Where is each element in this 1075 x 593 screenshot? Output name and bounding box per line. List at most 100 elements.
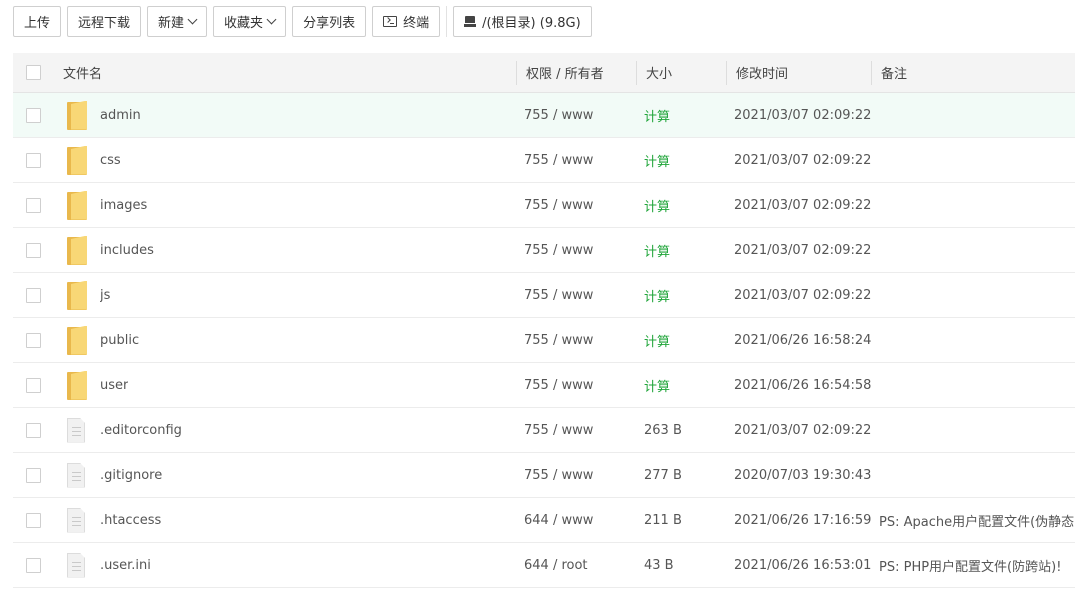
path-button[interactable]: /(根目录) (9.8G)	[453, 6, 592, 37]
table-row[interactable]: .user.ini 644 / root 43 B 2021/06/26 16:53:…	[13, 543, 1075, 588]
file-name-link[interactable]: .htaccess	[100, 498, 161, 542]
folder-icon	[67, 235, 87, 265]
table-row[interactable]: css 755 / www 计算 2021/03/07 02:09:22	[13, 138, 1075, 183]
row-checkbox-cell	[26, 408, 41, 452]
header-mtime[interactable]: 修改时间	[736, 53, 788, 92]
table-row[interactable]: images 755 / www 计算 2021/03/07 02:09:22	[13, 183, 1075, 228]
row-checkbox-cell	[26, 138, 41, 182]
row-checkbox[interactable]	[26, 287, 41, 303]
file-size: 277 B	[644, 467, 682, 483]
header-size[interactable]: 大小	[646, 53, 672, 92]
calc-size-link[interactable]: 计算	[644, 318, 670, 362]
folder-name-link[interactable]: includes	[100, 228, 154, 272]
favorites-dropdown-button[interactable]: 收藏夹	[213, 6, 287, 37]
row-checkbox[interactable]	[26, 467, 41, 483]
column-divider	[516, 61, 517, 85]
note-text[interactable]: PS: PHP用户配置文件(防跨站)!	[879, 543, 1061, 587]
folder-name-link[interactable]: css	[100, 138, 121, 182]
table-row[interactable]: .gitignore 755 / www 277 B 2020/07/03 19:30…	[13, 453, 1075, 498]
row-checkbox-cell	[26, 93, 41, 137]
modified-time: 2021/06/26 17:16:59	[734, 512, 872, 528]
row-checkbox[interactable]	[26, 422, 41, 438]
folder-icon	[67, 280, 87, 310]
folder-name-link[interactable]: user	[100, 363, 128, 407]
folder-name-link[interactable]: images	[100, 183, 147, 227]
row-checkbox[interactable]	[26, 512, 41, 528]
row-checkbox[interactable]	[26, 107, 41, 123]
row-checkbox-cell	[26, 543, 41, 587]
folder-name-link[interactable]: public	[100, 318, 139, 362]
calc-size-link[interactable]: 计算	[644, 183, 670, 227]
permission-link[interactable]: 644 / www	[524, 498, 593, 542]
table-row[interactable]: admin 755 / www 计算 2021/03/07 02:09:22	[13, 93, 1075, 138]
table-row[interactable]: user 755 / www 计算 2021/06/26 16:54:58	[13, 363, 1075, 408]
file-name-link[interactable]: .user.ini	[100, 543, 151, 587]
file-size: 43 B	[644, 557, 674, 573]
permission-link[interactable]: 755 / www	[524, 453, 593, 497]
row-checkbox[interactable]	[26, 242, 41, 258]
folder-name-link[interactable]: js	[100, 273, 110, 317]
row-icon-cell	[67, 183, 87, 227]
permission-link[interactable]: 755 / www	[524, 318, 593, 362]
file-name-link[interactable]: .gitignore	[100, 453, 162, 497]
row-icon-cell	[67, 318, 87, 362]
permission-link[interactable]: 644 / root	[524, 543, 588, 587]
new-dropdown-button[interactable]: 新建	[147, 6, 208, 37]
disk-icon	[464, 16, 477, 27]
folder-name-link[interactable]: admin	[100, 93, 141, 137]
table-row[interactable]: .editorconfig 755 / www 263 B 2021/03/07 02…	[13, 408, 1075, 453]
calc-size-link[interactable]: 计算	[644, 363, 670, 407]
share-list-label: 分享列表	[303, 16, 356, 31]
column-divider	[726, 61, 727, 85]
row-checkbox[interactable]	[26, 197, 41, 213]
select-all-cell	[26, 53, 41, 92]
calc-size-link[interactable]: 计算	[644, 228, 670, 272]
table-row[interactable]: public 755 / www 计算 2021/06/26 16:58:24	[13, 318, 1075, 363]
modified-time: 2021/03/07 02:09:22	[734, 107, 872, 123]
row-checkbox[interactable]	[26, 557, 41, 573]
file-table: 文件名 权限 / 所有者 大小 修改时间 备注 admin 755 / www 计算…	[13, 53, 1075, 588]
note-text[interactable]: PS: Apache用户配置文件(伪静态)	[879, 498, 1075, 542]
permission-link[interactable]: 755 / www	[524, 183, 593, 227]
header-perm[interactable]: 权限 / 所有者	[526, 53, 604, 92]
row-icon-cell	[67, 363, 87, 407]
row-checkbox-cell	[26, 228, 41, 272]
permission-link[interactable]: 755 / www	[524, 138, 593, 182]
table-row[interactable]: includes 755 / www 计算 2021/03/07 02:09:22	[13, 228, 1075, 273]
permission-link[interactable]: 755 / www	[524, 363, 593, 407]
row-icon-cell	[67, 453, 85, 497]
modified-time: 2021/03/07 02:09:22	[734, 152, 872, 168]
permission-link[interactable]: 755 / www	[524, 408, 593, 452]
permission-link[interactable]: 755 / www	[524, 228, 593, 272]
row-checkbox[interactable]	[26, 152, 41, 168]
row-icon-cell	[67, 543, 85, 587]
upload-label: 上传	[24, 16, 51, 31]
row-icon-cell	[67, 273, 87, 317]
row-checkbox[interactable]	[26, 377, 41, 393]
toolbar-divider	[446, 6, 448, 37]
row-icon-cell	[67, 408, 85, 452]
terminal-button[interactable]: 终端	[372, 6, 441, 37]
header-note: 备注	[881, 67, 908, 82]
calc-size-link[interactable]: 计算	[644, 93, 670, 137]
calc-size-link[interactable]: 计算	[644, 273, 670, 317]
calc-size-link[interactable]: 计算	[644, 138, 670, 182]
modified-time: 2021/06/26 16:54:58	[734, 377, 872, 393]
row-checkbox-cell	[26, 453, 41, 497]
row-icon-cell	[67, 93, 87, 137]
table-header: 文件名 权限 / 所有者 大小 修改时间 备注	[13, 53, 1075, 93]
table-row[interactable]: .htaccess 644 / www 211 B 2021/06/26 17:16:…	[13, 498, 1075, 543]
remote-download-button[interactable]: 远程下载	[67, 6, 142, 37]
header-name[interactable]: 文件名	[63, 53, 102, 92]
file-icon	[67, 552, 85, 578]
file-size: 263 B	[644, 422, 682, 438]
upload-button[interactable]: 上传	[13, 6, 62, 37]
permission-link[interactable]: 755 / www	[524, 93, 593, 137]
select-all-checkbox[interactable]	[26, 65, 41, 80]
folder-icon	[67, 190, 87, 220]
share-list-button[interactable]: 分享列表	[292, 6, 367, 37]
permission-link[interactable]: 755 / www	[524, 273, 593, 317]
table-row[interactable]: js 755 / www 计算 2021/03/07 02:09:22	[13, 273, 1075, 318]
file-name-link[interactable]: .editorconfig	[100, 408, 182, 452]
row-checkbox[interactable]	[26, 332, 41, 348]
